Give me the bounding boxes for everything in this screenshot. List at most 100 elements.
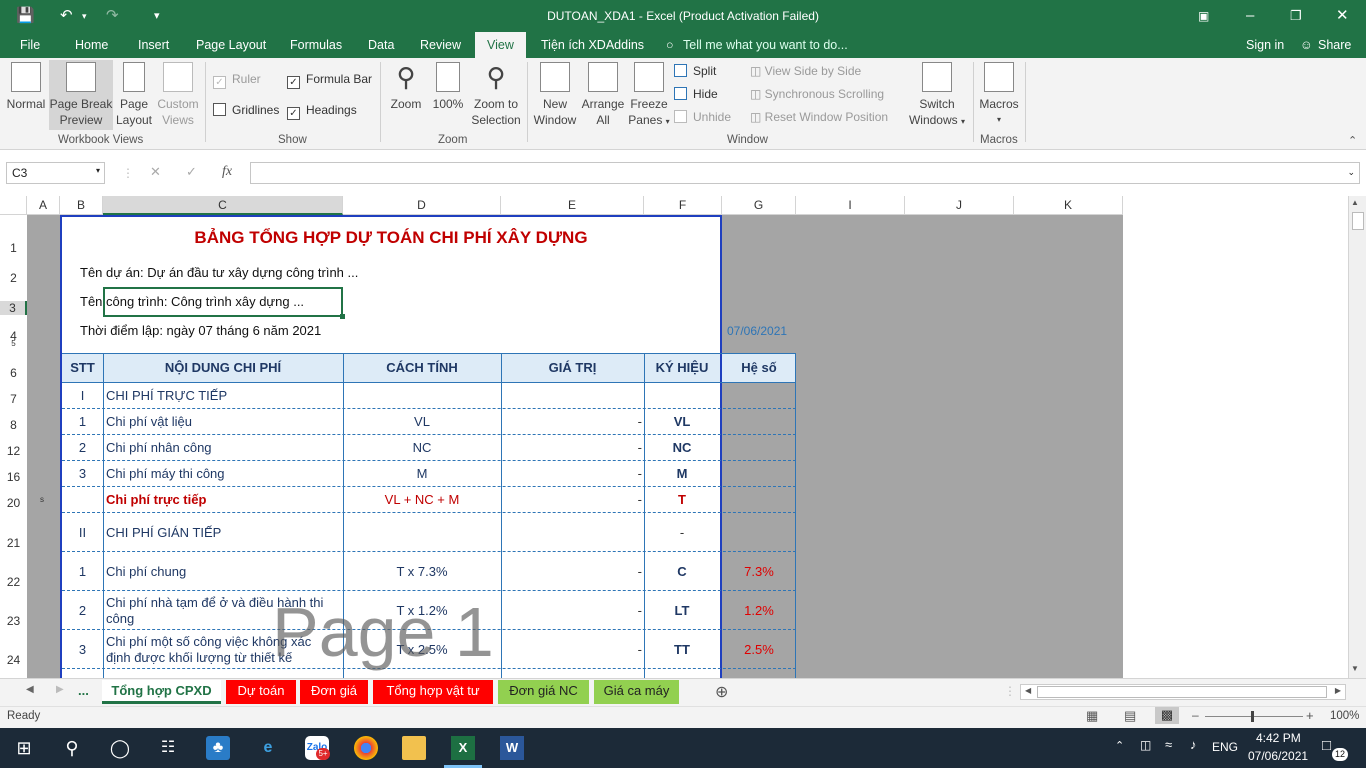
- cancel-icon[interactable]: ✕: [150, 164, 161, 180]
- ruler-checkbox[interactable]: ✓ Ruler: [213, 72, 261, 89]
- ribbon-display-icon[interactable]: ▣: [1198, 6, 1209, 26]
- table-cell[interactable]: VL: [644, 414, 720, 429]
- split-button[interactable]: Split: [674, 64, 716, 78]
- clock-date[interactable]: 07/06/2021: [1248, 749, 1308, 763]
- freeze-panes-button[interactable]: Freeze Panes ▾: [628, 62, 670, 130]
- arrange-all-button[interactable]: Arrange All: [580, 62, 626, 128]
- scroll-down-icon[interactable]: ▼: [1351, 664, 1359, 673]
- namebox-dropdown-icon[interactable]: ▾: [96, 166, 100, 175]
- table-cell[interactable]: -: [644, 525, 720, 540]
- expand-formula-icon[interactable]: ⌄: [1347, 167, 1355, 178]
- col-header-a[interactable]: A: [27, 196, 60, 215]
- col-header-d[interactable]: D: [343, 196, 501, 215]
- sheet-tab-gia-ca-may[interactable]: Giá ca máy: [594, 680, 679, 704]
- table-cell[interactable]: LT: [644, 603, 720, 618]
- new-window-button[interactable]: New Window: [532, 62, 578, 128]
- row-header-16[interactable]: 16: [0, 470, 27, 484]
- solitaire-icon[interactable]: ♣: [206, 736, 230, 760]
- scroll-thumb[interactable]: [1352, 212, 1364, 230]
- row-header-8[interactable]: 8: [0, 418, 27, 432]
- table-cell[interactable]: NC: [644, 440, 720, 455]
- insert-function-button[interactable]: fx: [222, 164, 232, 180]
- tab-view[interactable]: View: [475, 32, 526, 58]
- zoom-in-icon[interactable]: +: [1306, 708, 1314, 723]
- prev-sheet-icon[interactable]: ◀: [26, 684, 34, 695]
- project-name[interactable]: Tên dự án: Dự án đầu tư xây dựng công tr…: [80, 265, 358, 280]
- sheet-tab-tong-hop-cpxd[interactable]: Tổng hợp CPXD: [102, 680, 221, 704]
- tab-split-handle[interactable]: ⋮: [1004, 684, 1016, 698]
- row-header-3[interactable]: 3: [0, 301, 27, 315]
- view-side-by-side-button[interactable]: ◫ View Side by Side: [750, 64, 861, 78]
- table-cell[interactable]: -: [501, 492, 642, 507]
- table-cell[interactable]: -: [501, 603, 642, 618]
- table-cell[interactable]: 3: [62, 466, 103, 481]
- zoom-slider-thumb[interactable]: [1251, 711, 1254, 722]
- table-cell[interactable]: -: [501, 642, 642, 657]
- zoom-slider[interactable]: [1205, 716, 1303, 717]
- table-cell[interactable]: CHI PHÍ GIÁN TIẾP: [106, 525, 221, 540]
- tab-review[interactable]: Review: [420, 38, 461, 52]
- row-header-20[interactable]: 20: [0, 496, 27, 510]
- headings-checkbox[interactable]: ✓ Headings: [287, 103, 357, 120]
- macros-button[interactable]: Macros ▾: [976, 62, 1022, 128]
- next-sheet-icon[interactable]: ▶: [56, 684, 64, 695]
- col-header-f[interactable]: F: [644, 196, 722, 215]
- table-cell[interactable]: định được khối lượng từ thiết kế: [106, 650, 292, 665]
- volume-icon[interactable]: ♪: [1190, 737, 1197, 752]
- selected-cell-c3[interactable]: [103, 287, 343, 317]
- page-break-preview-icon[interactable]: ▩: [1155, 707, 1179, 724]
- table-cell[interactable]: 2: [62, 440, 103, 455]
- table-cell[interactable]: Chi phí chung: [106, 564, 186, 579]
- task-view-icon[interactable]: ☷: [156, 736, 180, 760]
- synchronous-scrolling-button[interactable]: ◫ Synchronous Scrolling: [750, 87, 884, 101]
- col-header-e[interactable]: E: [501, 196, 644, 215]
- sign-in-link[interactable]: Sign in: [1246, 38, 1284, 52]
- fill-handle[interactable]: [340, 314, 345, 319]
- row-header-21[interactable]: 21: [0, 536, 27, 550]
- zoom-to-selection-button[interactable]: ⚲ Zoom to Selection: [468, 62, 524, 128]
- table-cell[interactable]: M: [644, 466, 720, 481]
- scroll-right-icon[interactable]: ▶: [1335, 686, 1341, 695]
- sheet-tab-don-gia-nc[interactable]: Đơn giá NC: [498, 680, 589, 704]
- tab-insert[interactable]: Insert: [138, 38, 169, 52]
- table-cell[interactable]: NC: [343, 440, 501, 455]
- row-header-6[interactable]: 6: [0, 366, 27, 380]
- formula-bar-checkbox[interactable]: ✓ Formula Bar: [287, 72, 372, 89]
- table-cell[interactable]: 7.3%: [722, 564, 796, 579]
- table-cell[interactable]: I: [62, 388, 103, 403]
- col-header-c[interactable]: C: [103, 196, 343, 215]
- zoom-out-icon[interactable]: –: [1192, 708, 1199, 722]
- vertical-scrollbar[interactable]: ▲ ▼: [1348, 196, 1366, 678]
- col-header-g[interactable]: G: [722, 196, 796, 215]
- word-taskbar-icon[interactable]: W: [500, 736, 524, 760]
- normal-view-icon[interactable]: ▦: [1086, 708, 1098, 724]
- scroll-left-icon[interactable]: ◀: [1025, 686, 1031, 695]
- col-header-i[interactable]: I: [796, 196, 905, 215]
- table-cell[interactable]: -: [501, 466, 642, 481]
- table-cell[interactable]: M: [343, 466, 501, 481]
- col-header-j[interactable]: J: [905, 196, 1014, 215]
- restore-icon[interactable]: ❐: [1290, 6, 1302, 26]
- table-cell[interactable]: -: [501, 440, 642, 455]
- select-all-corner[interactable]: [0, 196, 27, 215]
- table-cell[interactable]: 2: [62, 603, 103, 618]
- col-header-k[interactable]: K: [1014, 196, 1123, 215]
- table-cell[interactable]: 2.5%: [722, 642, 796, 657]
- clock-time[interactable]: 4:42 PM: [1256, 731, 1301, 745]
- table-cell[interactable]: -: [501, 414, 642, 429]
- wifi-icon[interactable]: ≈: [1165, 737, 1172, 752]
- row-header-1[interactable]: 1: [0, 241, 27, 255]
- more-sheets-button[interactable]: ...: [78, 683, 89, 698]
- row-header-24[interactable]: 24: [0, 653, 27, 667]
- zoom-100-button[interactable]: 100%: [430, 62, 466, 112]
- row-header-2[interactable]: 2: [0, 271, 27, 285]
- chrome-icon[interactable]: [354, 736, 378, 760]
- table-cell[interactable]: -: [501, 564, 642, 579]
- name-box[interactable]: C3 ▾: [6, 162, 105, 184]
- tab-xdaddins[interactable]: Tiện ích XDAddins: [541, 38, 644, 52]
- battery-icon[interactable]: ◫: [1140, 738, 1151, 752]
- row-header-22[interactable]: 22: [0, 575, 27, 589]
- table-cell[interactable]: công: [106, 611, 134, 626]
- collapse-ribbon-icon[interactable]: ⌃: [1348, 134, 1357, 147]
- zoom-level[interactable]: 100%: [1330, 710, 1359, 722]
